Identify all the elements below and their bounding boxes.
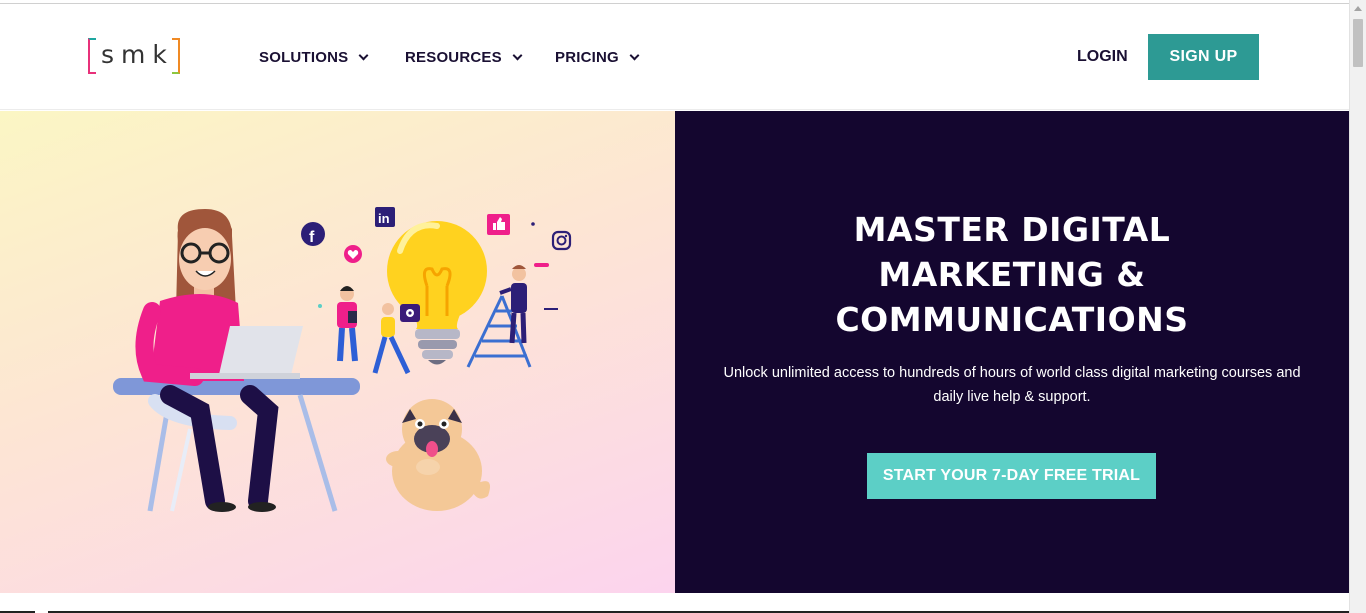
heart-icon xyxy=(344,245,362,263)
headline-line-2: MARKETING & xyxy=(878,255,1146,294)
hero-illustration: f in xyxy=(113,207,572,512)
gear-icon xyxy=(400,304,420,322)
scrollbar-thumb[interactable] xyxy=(1353,19,1363,67)
nav-resources-label: RESOURCES xyxy=(405,48,502,66)
signup-button[interactable]: SIGN UP xyxy=(1148,34,1259,80)
window-top-border xyxy=(0,0,1349,4)
like-icon xyxy=(487,214,510,235)
hero-content-panel: MASTER DIGITAL MARKETING & COMMUNICATION… xyxy=(675,111,1349,593)
chevron-down-icon xyxy=(358,50,369,60)
headline-line-3: COMMUNICATIONS xyxy=(835,300,1189,339)
smk-logo[interactable]: smk xyxy=(88,38,180,76)
hero-headline: MASTER DIGITAL MARKETING & COMMUNICATION… xyxy=(675,207,1349,342)
logo-text: smk xyxy=(101,40,174,69)
nav-pricing[interactable]: PRICING xyxy=(555,47,640,67)
nav-solutions-label: SOLUTIONS xyxy=(259,48,349,66)
site-header: smk SOLUTIONS RESOURCES PRICING LOGIN SI… xyxy=(0,5,1349,110)
logo-right-bracket xyxy=(172,38,180,74)
facebook-icon: f xyxy=(301,222,325,246)
chevron-down-icon xyxy=(629,50,640,60)
nav-resources[interactable]: RESOURCES xyxy=(405,47,523,67)
below-fold-strip xyxy=(0,593,1349,613)
instagram-icon xyxy=(551,230,572,251)
svg-text:f: f xyxy=(309,229,315,246)
logo-left-bracket xyxy=(88,38,96,74)
pug-illustration xyxy=(386,399,491,511)
hero-subtext: Unlock unlimited access to hundreds of h… xyxy=(723,365,1301,405)
page-scrollbar[interactable] xyxy=(1349,0,1366,613)
man-with-tablet-illustration xyxy=(337,286,358,362)
lightbulb-icon xyxy=(387,221,487,365)
nav-pricing-label: PRICING xyxy=(555,48,619,66)
desk-illustration xyxy=(113,378,360,512)
login-link[interactable]: LOGIN xyxy=(1077,48,1128,66)
scroll-up-arrow-icon[interactable] xyxy=(1354,6,1362,11)
start-free-trial-button[interactable]: START YOUR 7-DAY FREE TRIAL xyxy=(867,453,1156,499)
chevron-down-icon xyxy=(512,50,523,60)
headline-line-1: MASTER DIGITAL xyxy=(853,210,1171,249)
linkedin-icon: in xyxy=(375,207,395,227)
hero-illustration-panel: f in xyxy=(0,111,675,593)
svg-text:in: in xyxy=(378,211,390,226)
nav-solutions[interactable]: SOLUTIONS xyxy=(259,47,369,67)
